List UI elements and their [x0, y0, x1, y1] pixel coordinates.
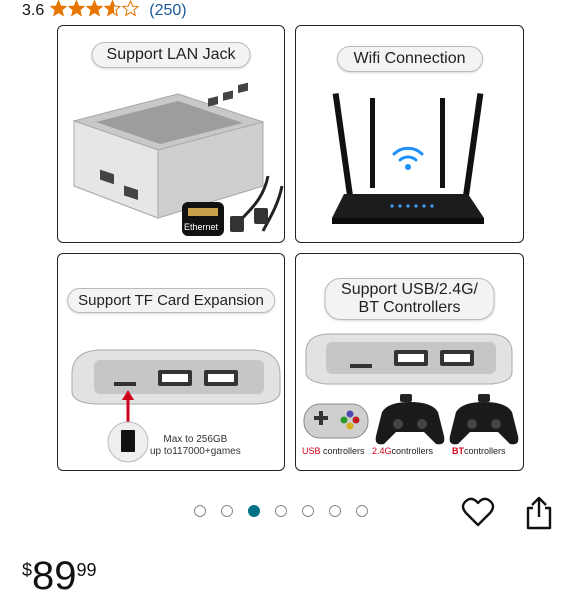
carousel-dot[interactable] — [248, 505, 260, 517]
price-currency: $ — [22, 560, 33, 580]
star-icon — [103, 0, 122, 22]
panel-title-line: BT Controllers — [358, 299, 461, 316]
price-fraction: 99 — [76, 560, 97, 580]
wireless-controller-label: 2.4Gcontrollers — [372, 446, 433, 456]
label-prefix: USB — [302, 446, 321, 456]
caption-line: Max to 256GB — [163, 434, 228, 445]
price: $ 89 99 — [22, 556, 97, 596]
carousel-dot[interactable] — [221, 505, 233, 517]
carousel-indicator — [194, 505, 368, 517]
carousel-dot[interactable] — [194, 505, 206, 517]
star-icon — [121, 0, 140, 22]
label-suffix: controllers — [320, 446, 365, 456]
ethernet-label: Ethernet — [184, 222, 219, 232]
image-panel-controllers[interactable]: Support USB/2.4G/ BT Controllers USB con… — [295, 253, 524, 471]
caption-line: up to117000+games — [150, 446, 241, 457]
star-icon — [49, 0, 68, 22]
carousel-dot[interactable] — [275, 505, 287, 517]
panel-title-line: Support USB/2.4G/ — [341, 281, 478, 298]
star-icon — [67, 0, 86, 22]
image-panel-wifi[interactable]: Wifi Connection — [295, 25, 524, 243]
heart-icon[interactable] — [461, 496, 495, 528]
panel-title: Support USB/2.4G/ BT Controllers — [324, 278, 495, 320]
star-rating — [49, 0, 140, 22]
label-suffix: controllers — [464, 446, 506, 456]
carousel-dot[interactable] — [302, 505, 314, 517]
label-suffix: controllers — [391, 446, 434, 456]
review-count-link[interactable]: (250) — [149, 2, 186, 20]
label-prefix: BT — [452, 446, 464, 456]
image-panel-lan[interactable]: Support LAN Jack Ethernet — [57, 25, 285, 243]
price-whole: 89 — [32, 554, 77, 598]
bt-controller-label: BTcontrollers — [452, 446, 506, 456]
carousel-dot[interactable] — [329, 505, 341, 517]
panel-title: Support LAN Jack — [91, 42, 251, 68]
wifi-icon — [392, 146, 424, 162]
rating-value: 3.6 — [22, 2, 45, 19]
label-prefix: 2.4G — [372, 446, 392, 456]
storage-caption: Max to 256GB up to117000+games — [150, 434, 241, 458]
share-icon[interactable] — [524, 496, 554, 530]
rating-row[interactable]: 3.6 (250) — [22, 0, 187, 22]
panel-title: Wifi Connection — [336, 46, 483, 72]
usb-controller-label: USB controllers — [302, 446, 365, 456]
image-panel-tf-card[interactable]: Support TF Card Expansion Max to 256GB u… — [57, 253, 285, 471]
carousel-dot[interactable] — [356, 505, 368, 517]
panel-title: Support TF Card Expansion — [67, 288, 275, 313]
star-icon — [85, 0, 104, 22]
